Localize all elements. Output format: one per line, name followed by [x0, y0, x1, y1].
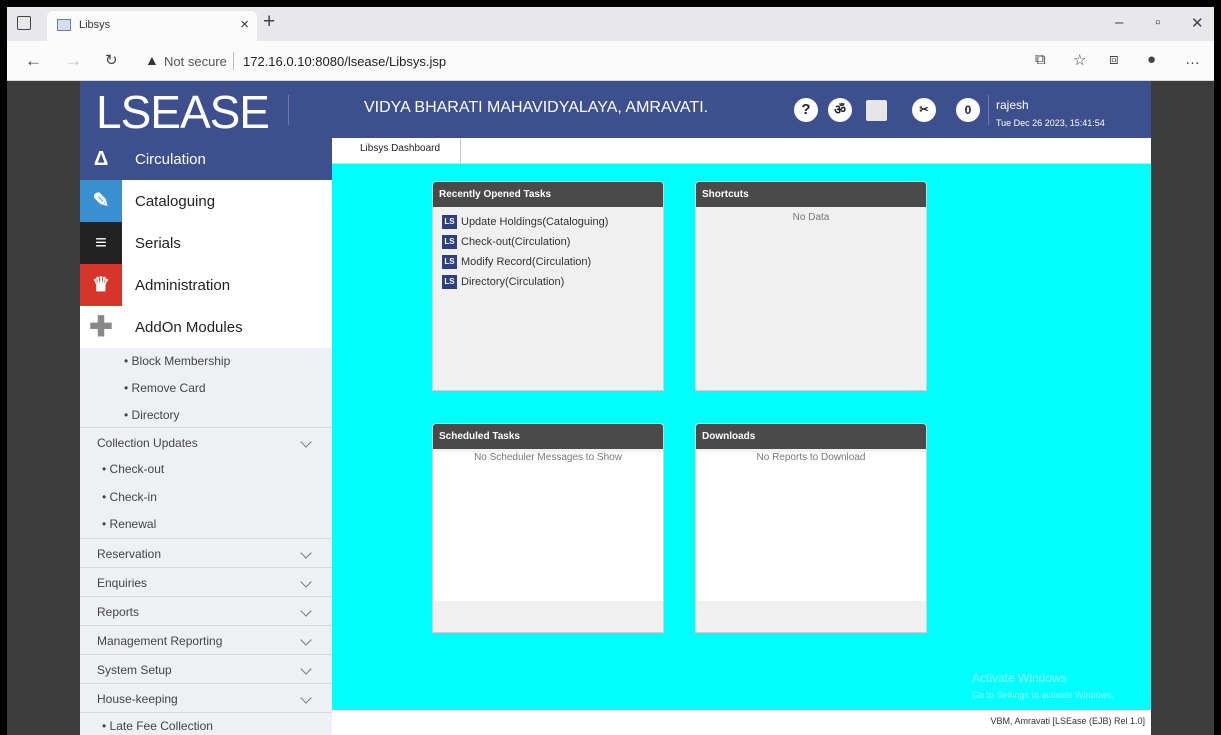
language-icon[interactable]: ॐ: [828, 98, 852, 122]
user-name[interactable]: rajesh: [996, 98, 1029, 112]
chevron-down-icon: [300, 576, 312, 588]
tools-icon[interactable]: ✂: [912, 98, 936, 122]
menu-renewal[interactable]: • Renewal: [80, 511, 332, 538]
chevron-down-icon: [300, 436, 312, 448]
empty-message: No Reports to Download: [756, 452, 866, 463]
group-house-keeping[interactable]: House-keeping: [80, 683, 332, 712]
chevron-down-icon: [300, 692, 312, 704]
browser-tab[interactable]: Libsys ×: [47, 11, 257, 41]
recent-tasks-panel: Recently Opened Tasks LS Update Holdings(…: [432, 181, 664, 391]
panel-title: Downloads: [696, 424, 926, 449]
module-serials[interactable]: ≡ Serials: [80, 222, 332, 264]
empty-message: No Scheduler Messages to Show: [474, 452, 622, 463]
lsease-app: LSEASE VIDYA BHARATI MAHAVIDYALAYA, AMRA…: [80, 81, 1151, 735]
menu-check-in[interactable]: • Check-in: [80, 484, 332, 511]
chevron-down-icon: [300, 663, 312, 675]
tab-title: Libsys: [79, 19, 111, 31]
activate-windows-watermark: Activate Windows: [972, 671, 1067, 685]
ls-icon: LS: [442, 215, 457, 229]
refresh-icon[interactable]: ↻: [105, 51, 118, 69]
ls-icon: LS: [442, 255, 457, 269]
college-name: VIDYA BHARATI MAHAVIDYALAYA, AMRAVATI.: [364, 99, 709, 116]
panel-title: Shortcuts: [696, 182, 926, 207]
scheduled-tasks-panel: Scheduled Tasks No Scheduler Messages to…: [432, 423, 664, 633]
restore-icon[interactable]: ▫: [1155, 14, 1160, 31]
minimize-icon[interactable]: –: [1115, 14, 1123, 31]
forward-icon[interactable]: →: [65, 51, 82, 71]
menu-directory[interactable]: • Directory: [80, 402, 332, 428]
menu-remove-card[interactable]: • Remove Card: [80, 375, 332, 402]
help-icon[interactable]: ?: [794, 98, 818, 122]
cataloguing-icon: ✎: [80, 180, 122, 222]
module-circulation[interactable]: Δ Circulation: [80, 138, 332, 180]
module-addon[interactable]: ✚ AddOn Modules: [80, 306, 332, 348]
close-tab-icon[interactable]: ×: [240, 16, 249, 33]
collections-icon[interactable]: ⧈: [1109, 51, 1119, 68]
recent-task-item[interactable]: LS Modify Record(Circulation): [442, 255, 663, 275]
menu-block-membership[interactable]: • Block Membership: [80, 348, 332, 375]
chevron-down-icon: [300, 634, 312, 646]
sidebar: Δ Circulation ✎ Cataloguing ≡ Serials ♛ …: [80, 138, 332, 735]
ls-icon: LS: [442, 275, 457, 289]
group-reservation[interactable]: Reservation: [80, 538, 332, 567]
browser-window: Libsys × + – ▫ ✕ ← → ↻ ▲ Not secure 172.…: [7, 7, 1214, 735]
notification-badge[interactable]: 0: [956, 98, 980, 122]
crown-icon: ♛: [80, 264, 122, 306]
shortcuts-panel: Shortcuts No Data: [695, 181, 927, 391]
group-management-reporting[interactable]: Management Reporting: [80, 625, 332, 654]
ls-icon: LS: [442, 235, 457, 249]
url-field[interactable]: 172.16.0.10:8080/lsease/Libsys.jsp: [243, 54, 446, 69]
new-tab-button[interactable]: +: [263, 10, 275, 34]
favorites-icon[interactable]: ☆: [1073, 51, 1086, 69]
chevron-down-icon: [300, 547, 312, 559]
recent-task-item[interactable]: LS Check-out(Circulation): [442, 235, 663, 255]
more-icon[interactable]: …: [1185, 51, 1200, 68]
profile-icon[interactable]: ●: [1147, 51, 1156, 68]
recent-task-item[interactable]: LS Directory(Circulation): [442, 275, 663, 295]
app-footer: VBM, Amravati [LSEase (EJB) Rel 1.0]: [332, 710, 1151, 735]
reading-mode-icon[interactable]: ⧉: [1035, 51, 1046, 68]
favicon-icon: [57, 19, 71, 31]
circulation-icon: Δ: [93, 148, 109, 170]
group-system-setup[interactable]: System Setup: [80, 654, 332, 683]
dashboard-tabstrip: Libsys Dashboard: [332, 138, 1151, 164]
window-menu-icon[interactable]: [17, 16, 31, 30]
empty-message: No Data: [792, 212, 830, 223]
app-header: LSEASE VIDYA BHARATI MAHAVIDYALAYA, AMRA…: [80, 81, 1151, 138]
security-status[interactable]: Not secure: [164, 54, 227, 69]
panel-title: Recently Opened Tasks: [433, 182, 663, 207]
downloads-panel: Downloads No Reports to Download: [695, 423, 927, 633]
group-reports[interactable]: Reports: [80, 596, 332, 625]
broken-image-icon[interactable]: [866, 100, 887, 121]
warning-icon: ▲: [145, 52, 159, 68]
activate-windows-subtext: Go to Settings to activate Windows.: [972, 690, 1115, 700]
version-info: VBM, Amravati [LSEase (EJB) Rel 1.0]: [990, 716, 1145, 726]
datetime: Tue Dec 26 2023, 15:41:54: [996, 118, 1105, 128]
module-administration[interactable]: ♛ Administration: [80, 264, 332, 306]
address-bar: ← → ↻ ▲ Not secure 172.16.0.10:8080/lsea…: [7, 41, 1214, 81]
chevron-down-icon: [300, 605, 312, 617]
module-cataloguing[interactable]: ✎ Cataloguing: [80, 180, 332, 222]
group-enquiries[interactable]: Enquiries: [80, 567, 332, 596]
group-collection-updates[interactable]: Collection Updates: [80, 427, 332, 456]
recent-task-item[interactable]: LS Update Holdings(Cataloguing): [442, 215, 663, 235]
tab-libsys-dashboard[interactable]: Libsys Dashboard: [340, 138, 462, 164]
menu-late-fee-collection[interactable]: • Late Fee Collection: [80, 712, 332, 735]
browser-tabbar: Libsys × + – ▫ ✕: [7, 7, 1214, 41]
plus-icon: ✚: [89, 311, 113, 342]
app-logo[interactable]: LSEASE: [96, 89, 270, 135]
panel-title: Scheduled Tasks: [433, 424, 663, 449]
serials-icon: ≡: [80, 222, 122, 264]
menu-check-out[interactable]: • Check-out: [80, 456, 332, 484]
dashboard-canvas: Recently Opened Tasks LS Update Holdings(…: [332, 164, 1151, 710]
back-icon[interactable]: ←: [25, 51, 42, 71]
close-window-icon[interactable]: ✕: [1191, 14, 1204, 32]
